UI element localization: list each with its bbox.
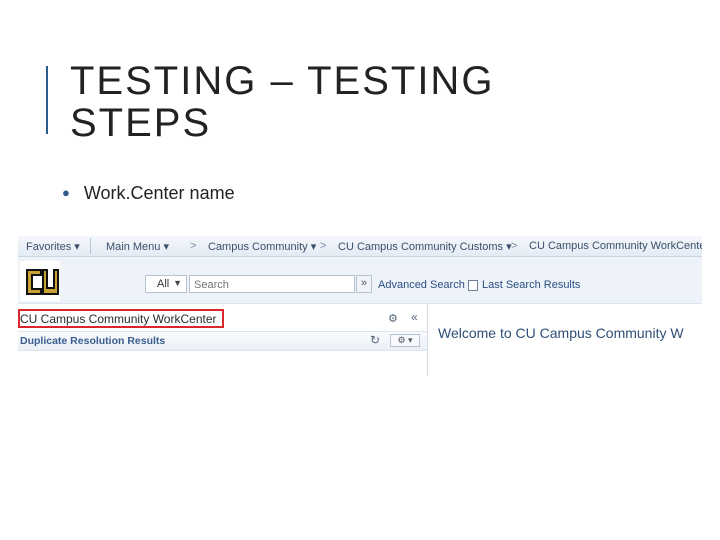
nav-main-menu[interactable]: Main Menu ▾ — [106, 240, 169, 253]
last-search-results-link[interactable]: Last Search Results — [482, 279, 580, 291]
cu-logo-icon — [20, 261, 60, 301]
navigation-bar: Favorites ▾ Main Menu ▾ > Campus Communi… — [18, 236, 702, 257]
bullet-text: Work.Center name — [83, 183, 235, 203]
gear-icon[interactable]: ⚙ — [388, 312, 398, 325]
nav-divider — [90, 238, 91, 254]
breadcrumb-separator: > — [320, 240, 327, 252]
title-accent-bar — [46, 66, 48, 134]
breadcrumb-separator: > — [190, 240, 197, 252]
bullet-item: ● Work.Center name — [62, 183, 235, 204]
search-scope-select[interactable]: All ▼ — [145, 275, 187, 293]
collapse-pane-icon[interactable]: « — [411, 310, 418, 324]
document-icon — [468, 280, 478, 291]
search-bar: All ▼ » Advanced Search Last Search Resu… — [18, 257, 702, 304]
slide-title: TESTING – TESTING STEPS — [70, 60, 494, 144]
search-go-button[interactable]: » — [356, 275, 372, 293]
nav-favorites-menu[interactable]: Favorites ▾ — [26, 240, 80, 253]
workcenter-pagelet-pane: CU Campus Community WorkCenter ⚙ « Dupli… — [18, 304, 428, 376]
nav-workcenter-link[interactable]: CU Campus Community WorkCenter — [529, 240, 702, 252]
search-input[interactable] — [189, 275, 355, 293]
slide-title-line-1: TESTING – TESTING — [70, 59, 495, 103]
embedded-screenshot: Favorites ▾ Main Menu ▾ > Campus Communi… — [18, 236, 702, 376]
chevron-down-icon: ▼ — [173, 278, 182, 288]
nav-campus-community-menu[interactable]: Campus Community ▾ — [208, 240, 316, 253]
refresh-icon[interactable]: ↻ — [370, 333, 380, 347]
slide-title-line-2: STEPS — [70, 101, 212, 145]
pagelet-title[interactable]: Duplicate Resolution Results — [20, 335, 165, 347]
breadcrumb-separator: > — [511, 240, 518, 252]
bullet-dot-icon: ● — [62, 185, 70, 200]
highlight-box — [18, 309, 224, 328]
advanced-search-link[interactable]: Advanced Search — [378, 279, 465, 291]
welcome-text: Welcome to CU Campus Community W — [438, 325, 684, 341]
search-scope-value: All — [157, 278, 170, 290]
pagelet-header[interactable]: Duplicate Resolution Results ↻ ⚙ ▾ — [18, 331, 427, 351]
pagelet-options-button[interactable]: ⚙ ▾ — [390, 334, 420, 347]
nav-cu-customs-menu[interactable]: CU Campus Community Customs ▾ — [338, 240, 512, 253]
